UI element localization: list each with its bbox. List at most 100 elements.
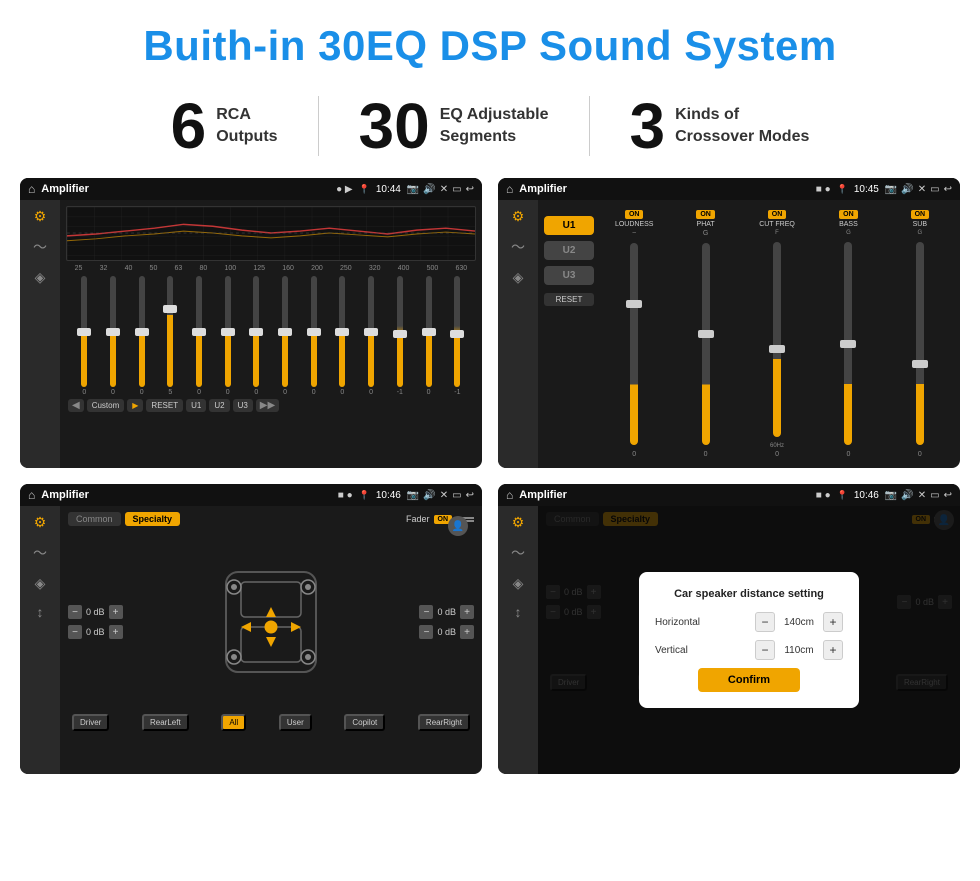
eq-play-button[interactable]: ▶ <box>127 399 143 412</box>
loudness-toggle[interactable]: ON <box>625 210 644 219</box>
eq-icon-4[interactable]: ⚙ <box>512 514 525 531</box>
eq-slider-14: -1 <box>454 276 460 396</box>
back-icon[interactable]: ↩ <box>466 184 474 195</box>
preset-u1-button[interactable]: U1 <box>544 216 594 235</box>
eq-custom-button[interactable]: Custom <box>87 399 125 412</box>
cutfreq-toggle[interactable]: ON <box>768 210 787 219</box>
eq-slider-3: 0 <box>139 276 145 396</box>
channel-sub: ON SUB G 0 <box>886 210 954 458</box>
eq-prev-button[interactable]: ◀ <box>68 399 84 412</box>
page-title: Buith-in 30EQ DSP Sound System <box>0 0 980 86</box>
freq-320: 320 <box>369 265 381 272</box>
home-icon-2[interactable]: ⌂ <box>506 182 513 196</box>
phat-toggle[interactable]: ON <box>696 210 715 219</box>
wave-icon-4[interactable]: 〜 <box>511 543 525 563</box>
speaker-icon-4[interactable]: ◈ <box>513 575 524 592</box>
plus-br-button[interactable]: + <box>460 625 474 639</box>
sub-toggle[interactable]: ON <box>911 210 930 219</box>
stat-rca-label2: Outputs <box>216 126 277 148</box>
eq-slider-9: 0 <box>311 276 317 396</box>
preset-u2-button[interactable]: U2 <box>544 241 594 260</box>
stat-rca-label1: RCA <box>216 104 277 126</box>
left-sidebar-4: ⚙ 〜 ◈ ↕ <box>498 506 538 774</box>
eq-slider-11: 0 <box>368 276 374 396</box>
eq-slider-12: -1 <box>397 276 403 396</box>
location-icon: 📍 <box>359 184 370 195</box>
horizontal-minus-button[interactable]: − <box>755 612 775 632</box>
volume-icon-2: 🔊 <box>901 184 913 195</box>
home-icon-3[interactable]: ⌂ <box>28 488 35 502</box>
eq-u2-button[interactable]: U2 <box>209 399 229 412</box>
app-name-1: Amplifier <box>41 183 330 195</box>
cutfreq-label: CUT FREQ <box>759 221 795 228</box>
eq-slider-8: 0 <box>282 276 288 396</box>
minus-bl-button[interactable]: − <box>68 625 82 639</box>
arrows-icon[interactable]: ↕ <box>37 604 44 620</box>
phat-label: PHAT <box>697 221 715 228</box>
eq-reset-button[interactable]: RESET <box>146 399 183 412</box>
time-3: 10:46 <box>376 490 401 501</box>
preset-u3-button[interactable]: U3 <box>544 266 594 285</box>
screen-fader-dialog: ⌂ Amplifier ■ ● 📍 10:46 📷 🔊 ✕ ▭ ↩ ⚙ 〜 ◈ … <box>498 484 960 774</box>
eq-sliders-area: 0 0 0 5 0 <box>66 276 476 396</box>
driver-button[interactable]: Driver <box>72 714 109 731</box>
back-icon-4[interactable]: ↩ <box>944 490 952 501</box>
x-icon: ✕ <box>440 184 448 195</box>
camera-icon-3: 📷 <box>407 490 419 501</box>
app-name-3: Amplifier <box>41 489 332 501</box>
freq-32: 32 <box>100 265 108 272</box>
plus-bl-button[interactable]: + <box>109 625 123 639</box>
vertical-plus-button[interactable]: + <box>823 640 843 660</box>
db-control-tr: − 0 dB + <box>419 605 474 619</box>
horizontal-plus-button[interactable]: + <box>823 612 843 632</box>
eq-u3-button[interactable]: U3 <box>233 399 253 412</box>
status-bar-2: ⌂ Amplifier ■ ● 📍 10:45 📷 🔊 ✕ ▭ ↩ <box>498 178 960 200</box>
left-sidebar-3: ⚙ 〜 ◈ ↕ <box>20 506 60 774</box>
wave-icon[interactable]: 〜 <box>33 237 47 257</box>
plus-tr-button[interactable]: + <box>460 605 474 619</box>
eq-next-button[interactable]: ▶▶ <box>256 399 279 412</box>
vertical-minus-button[interactable]: − <box>755 640 775 660</box>
all-button[interactable]: All <box>221 714 246 731</box>
tab-common[interactable]: Common <box>68 512 121 526</box>
home-icon-4[interactable]: ⌂ <box>506 488 513 502</box>
eq-icon[interactable]: ⚙ <box>34 208 47 225</box>
volume-icon-4: 🔊 <box>901 490 913 501</box>
speaker-icon-3[interactable]: ◈ <box>35 575 46 592</box>
status-bar-3: ⌂ Amplifier ■ ● 📍 10:46 📷 🔊 ✕ ▭ ↩ <box>20 484 482 506</box>
screen2-content: ⚙ 〜 ◈ U1 U2 U3 RESET ON <box>498 200 960 468</box>
rearright-button[interactable]: RearRight <box>418 714 470 731</box>
user-button[interactable]: User <box>279 714 312 731</box>
db-control-bl: − 0 dB + <box>68 625 123 639</box>
wave-icon-3[interactable]: 〜 <box>33 543 47 563</box>
home-icon[interactable]: ⌂ <box>28 182 35 196</box>
eq-u1-button[interactable]: U1 <box>186 399 206 412</box>
rearleft-button[interactable]: RearLeft <box>142 714 189 731</box>
bass-label: BASS <box>839 221 858 228</box>
eq-icon-3[interactable]: ⚙ <box>34 514 47 531</box>
speaker-icon-2[interactable]: ◈ <box>513 269 524 286</box>
confirm-button[interactable]: Confirm <box>698 668 800 692</box>
copilot-button[interactable]: Copilot <box>344 714 385 731</box>
time-4: 10:46 <box>854 490 879 501</box>
eq-slider-1: 0 <box>81 276 87 396</box>
plus-tl-button[interactable]: + <box>109 605 123 619</box>
freq-250: 250 <box>340 265 352 272</box>
bass-toggle[interactable]: ON <box>839 210 858 219</box>
back-icon-3[interactable]: ↩ <box>466 490 474 501</box>
arrows-icon-4[interactable]: ↕ <box>515 604 522 620</box>
minus-br-button[interactable]: − <box>419 625 433 639</box>
speaker-icon[interactable]: ◈ <box>35 269 46 286</box>
minus-tr-button[interactable]: − <box>419 605 433 619</box>
stat-crossover-label1: Kinds of <box>675 104 809 126</box>
wave-icon-2[interactable]: 〜 <box>511 237 525 257</box>
time-2: 10:45 <box>854 184 879 195</box>
db-value-br: 0 dB <box>437 627 456 637</box>
eq-icon-2[interactable]: ⚙ <box>512 208 525 225</box>
back-icon-2[interactable]: ↩ <box>944 184 952 195</box>
crossover-reset-button[interactable]: RESET <box>544 293 594 306</box>
tab-specialty[interactable]: Specialty <box>125 512 181 526</box>
profile-icon[interactable]: 👤 <box>448 516 468 536</box>
minus-tl-button[interactable]: − <box>68 605 82 619</box>
eq-main-area: 25 32 40 50 63 80 100 125 160 200 250 32… <box>60 200 482 468</box>
